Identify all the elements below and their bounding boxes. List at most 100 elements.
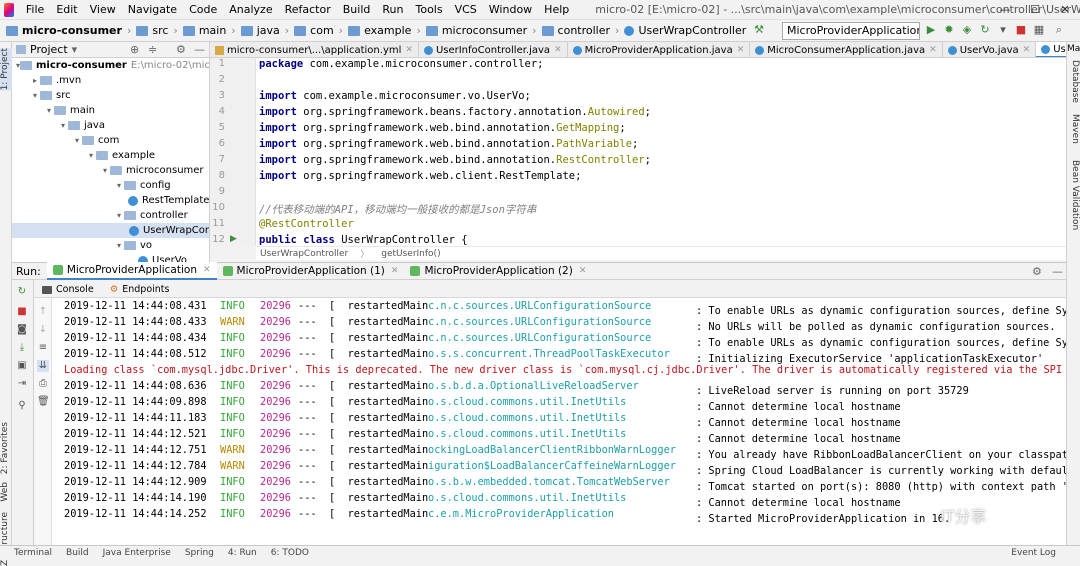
close-button[interactable]: ✕	[1050, 0, 1080, 20]
attach-icon[interactable]: ▾	[996, 23, 1010, 37]
tree-item-com[interactable]: ▾ com	[12, 133, 209, 148]
menu-item-edit[interactable]: Edit	[50, 0, 83, 20]
run-tab[interactable]: MicroProviderApplication ✕	[46, 262, 217, 280]
camera-icon[interactable]: ◙	[16, 324, 28, 336]
coverage-icon[interactable]: ◈	[960, 23, 974, 37]
arrow-down-icon[interactable]: ↓	[37, 324, 49, 336]
resume-icon[interactable]: ⤓	[16, 342, 28, 354]
close-icon[interactable]: ✕	[737, 45, 745, 55]
hammer-build-icon[interactable]: ⚒	[752, 23, 766, 37]
editor-breadcrumb-class[interactable]: UserWrapController	[260, 249, 348, 259]
tree-item-micro-consumer[interactable]: ▾micro-consumerE:\micro-02\micro-co	[12, 58, 209, 73]
close-icon[interactable]: ✕	[203, 265, 211, 275]
database-tool-tab[interactable]: Database	[1068, 60, 1080, 103]
tree-item-config[interactable]: ▾ config	[12, 178, 209, 193]
breadcrumb-item[interactable]: src	[134, 24, 170, 37]
menu-item-code[interactable]: Code	[183, 0, 223, 20]
event-log-button[interactable]: Event Log	[1011, 548, 1056, 558]
menu-item-navigate[interactable]: Navigate	[122, 0, 183, 20]
favorites-tool-tab[interactable]: 2: Favorites	[0, 422, 12, 474]
editor-tab[interactable]: UserInfoController.java ✕	[419, 42, 568, 57]
editor-breadcrumb-method[interactable]: getUserInfo()	[381, 249, 440, 259]
tool-window-6-todo[interactable]: 6: TODO	[271, 548, 309, 558]
breadcrumb-item[interactable]: java	[239, 24, 282, 37]
run-tab[interactable]: MicroProviderApplication (2) ✕	[404, 262, 592, 280]
run-icon[interactable]: ▶	[924, 23, 938, 37]
trash-icon[interactable]: 🗑	[37, 396, 50, 408]
breadcrumb-item[interactable]: controller	[540, 24, 612, 37]
bean-validation-tool-tab[interactable]: Bean Validation	[1068, 160, 1080, 230]
menu-item-run[interactable]: Run	[376, 0, 409, 20]
tool-window-java-enterprise[interactable]: Java Enterprise	[103, 548, 171, 558]
minimize-button[interactable]: —	[990, 0, 1020, 20]
menu-item-file[interactable]: File	[20, 0, 50, 20]
close-icon[interactable]: ✕	[1023, 45, 1031, 55]
soft-wrap-icon[interactable]: ≡	[37, 342, 49, 354]
editor-tab[interactable]: UserWrapController.java✕	[1036, 42, 1066, 57]
project-tool-tab[interactable]: 1: Project	[0, 48, 12, 91]
editor-tab[interactable]: MicroProviderApplication.java ✕	[568, 42, 751, 57]
close-icon[interactable]: ✕	[405, 45, 413, 55]
rerun-icon[interactable]: ↻	[16, 286, 28, 298]
editor-tab[interactable]: micro-consumer\...\application.yml ✕	[210, 42, 419, 57]
editor-tab-overflow[interactable]: Mav	[1067, 44, 1080, 54]
run-gutter-icon[interactable]: ▶	[230, 234, 237, 244]
breadcrumb-item[interactable]: microconsumer	[424, 24, 529, 37]
profile-icon[interactable]: ↻	[978, 23, 992, 37]
menu-item-vcs[interactable]: VCS	[449, 0, 483, 20]
close-icon[interactable]: ✕	[579, 266, 587, 276]
close-icon[interactable]: ✕	[554, 45, 562, 55]
pin-icon[interactable]: ⚲	[16, 400, 28, 412]
tree-item--mvn[interactable]: ▸ .mvn	[12, 73, 209, 88]
breadcrumb-item[interactable]: main	[181, 24, 228, 37]
close-icon[interactable]: ✕	[391, 266, 399, 276]
tree-item-controller[interactable]: ▾ controller	[12, 208, 209, 223]
maximize-button[interactable]: ☐	[1020, 0, 1050, 20]
breadcrumb-item[interactable]: example	[346, 24, 413, 37]
menu-item-analyze[interactable]: Analyze	[223, 0, 278, 20]
gear-icon[interactable]: ⚙	[1032, 265, 1042, 278]
maven-tool-tab[interactable]: Maven	[1068, 114, 1080, 144]
stop-icon[interactable]: ■	[1014, 23, 1028, 37]
menu-item-window[interactable]: Window	[483, 0, 538, 20]
menu-item-help[interactable]: Help	[538, 0, 575, 20]
chevron-down-icon[interactable]: ▾	[72, 43, 78, 56]
print-icon[interactable]: ⎙	[37, 378, 49, 390]
menu-item-view[interactable]: View	[84, 0, 122, 20]
restore-layout-icon[interactable]: ▣	[16, 360, 28, 372]
editor-tab[interactable]: UserVo.java ✕	[943, 42, 1037, 57]
collapse-all-icon[interactable]: ≑	[148, 43, 157, 56]
breadcrumb-item[interactable]: UserWrapController	[622, 24, 748, 37]
menu-item-tools[interactable]: Tools	[409, 0, 448, 20]
tree-item-resttemplate[interactable]: RestTemplate	[12, 193, 209, 208]
debug-icon[interactable]: ✹	[942, 23, 956, 37]
arrow-up-icon[interactable]: ↑	[37, 306, 49, 318]
gear-icon[interactable]: ⚙	[176, 43, 186, 56]
project-structure-icon[interactable]: ▦	[1032, 23, 1046, 37]
tool-window-build[interactable]: Build	[66, 548, 89, 558]
hide-icon[interactable]: —	[1052, 265, 1063, 278]
tree-item-src[interactable]: ▾ src	[12, 88, 209, 103]
tree-item-main[interactable]: ▾ main	[12, 103, 209, 118]
tree-item-vo[interactable]: ▾ vo	[12, 238, 209, 253]
stop-icon[interactable]: ■	[16, 306, 28, 318]
tool-window-terminal[interactable]: Terminal	[14, 548, 52, 558]
search-everywhere-icon[interactable]: ⌕	[1052, 23, 1066, 37]
endpoints-tab[interactable]: ⚙ Endpoints	[102, 284, 178, 295]
tree-item-example[interactable]: ▾ example	[12, 148, 209, 163]
breadcrumb-item[interactable]: com	[292, 24, 336, 37]
tree-item-uservo[interactable]: UserVo	[12, 253, 209, 262]
exit-icon[interactable]: ⇥	[16, 378, 28, 390]
editor-tab[interactable]: MicroConsumerApplication.java ✕	[750, 42, 943, 57]
scroll-to-end-icon[interactable]: ⇊	[37, 360, 49, 372]
tool-window-4-run[interactable]: 4: Run	[228, 548, 257, 558]
tool-window-spring[interactable]: Spring	[185, 548, 214, 558]
hide-icon[interactable]: —	[194, 43, 205, 56]
run-configuration-select[interactable]: MicroProviderApplication (2)	[782, 22, 920, 40]
code-editor[interactable]: package com.example.microconsumer.contro…	[256, 58, 1066, 246]
web-tool-tab[interactable]: Web	[0, 482, 12, 502]
breadcrumb-item[interactable]: micro-consumer	[4, 24, 124, 37]
menu-item-refactor[interactable]: Refactor	[279, 0, 337, 20]
menu-item-build[interactable]: Build	[337, 0, 377, 20]
tree-item-java[interactable]: ▾ java	[12, 118, 209, 133]
